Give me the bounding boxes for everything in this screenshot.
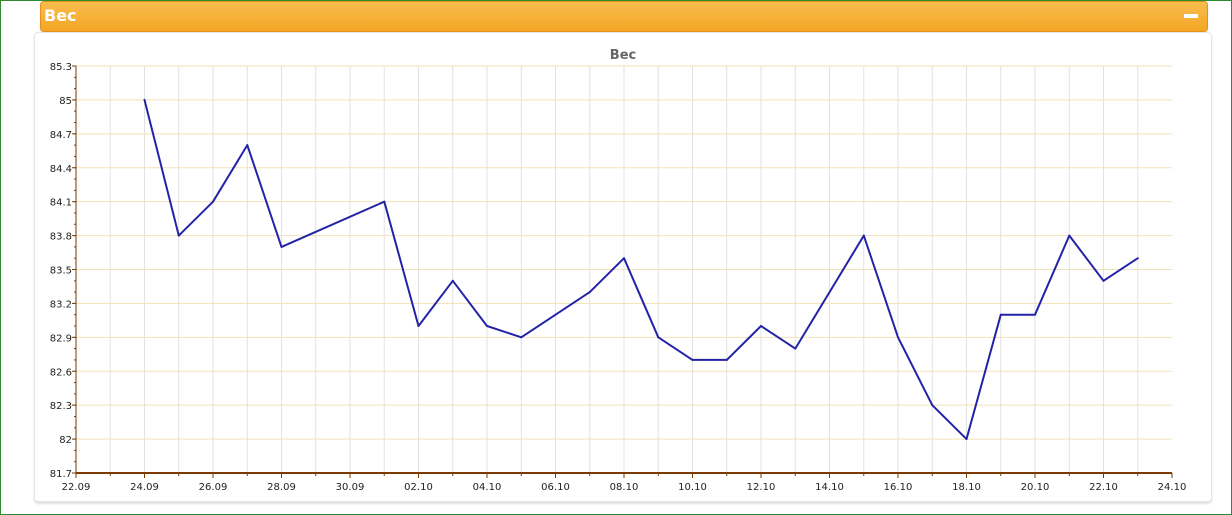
data-point: [486, 325, 488, 327]
x-tick-label: 20.10: [1021, 482, 1050, 493]
weight-chart: 81.7 82 82.3 82.6 82.9 83.2 83.5 83.8 84.1 84.4 84…: [50, 48, 1187, 493]
x-tick-label: 26.09: [199, 482, 228, 493]
data-point: [897, 336, 899, 339]
data-point: [212, 200, 214, 203]
x-tick-label: 12.10: [747, 482, 776, 493]
y-tick-label: 81.7: [50, 469, 72, 480]
y-tick-label: 85.3: [50, 62, 72, 73]
x-tick-label: 08.10: [610, 482, 639, 493]
x-tick-label: 04.10: [473, 482, 502, 493]
y-tick-label: 83.5: [50, 266, 72, 277]
x-tick-label: 30.09: [336, 482, 365, 493]
data-point: [451, 279, 454, 282]
y-tick-label: 83.2: [50, 299, 72, 310]
data-point: [965, 438, 968, 441]
x-tick-label: 06.10: [541, 482, 570, 493]
data-point: [999, 313, 1002, 316]
x-tick-label: 02.10: [404, 482, 433, 493]
data-point: [280, 245, 283, 248]
data-point: [691, 358, 694, 361]
y-tick-label: 84.7: [50, 130, 72, 141]
data-point: [1034, 313, 1036, 316]
data-point: [383, 200, 386, 203]
y-tick-label: 84.1: [50, 198, 72, 209]
data-point: [657, 336, 660, 339]
data-point: [177, 234, 180, 237]
data-point: [588, 291, 591, 294]
data-point: [931, 404, 934, 407]
chart-axes: [72, 65, 1173, 478]
y-tick-label: 82: [59, 435, 72, 446]
chart-title: Вес: [610, 48, 636, 63]
data-point: [246, 144, 249, 147]
x-tick-label: 18.10: [952, 482, 981, 493]
data-point: [1068, 234, 1071, 237]
data-point: [1136, 257, 1139, 260]
chart-labels: 81.7 82 82.3 82.6 82.9 83.2 83.5 83.8 84.1 84.4 84…: [50, 62, 1187, 493]
data-point: [417, 325, 420, 327]
data-point: [725, 358, 728, 361]
data-point: [143, 98, 146, 101]
data-point: [520, 336, 523, 339]
x-tick-label: 22.09: [62, 482, 91, 493]
chart-grid: [76, 65, 1172, 474]
data-point: [623, 257, 625, 260]
y-tick-label: 82.3: [50, 401, 72, 412]
data-point: [760, 325, 762, 327]
x-tick-label: 14.10: [815, 482, 844, 493]
data-point: [862, 234, 865, 237]
x-tick-label: 28.09: [267, 482, 296, 493]
x-tick-label: 22.10: [1089, 482, 1118, 493]
y-tick-label: 82.6: [50, 367, 72, 378]
data-point: [1102, 279, 1105, 282]
y-tick-label: 84.4: [50, 164, 72, 175]
data-point: [794, 347, 797, 350]
y-tick-label: 82.9: [50, 333, 72, 344]
x-tick-label: 10.10: [678, 482, 707, 493]
x-tick-label: 24.10: [1158, 482, 1187, 493]
x-tick-label: 24.09: [130, 482, 159, 493]
y-tick-label: 85: [59, 96, 72, 107]
y-tick-label: 83.8: [50, 232, 72, 243]
x-tick-label: 16.10: [884, 482, 913, 493]
